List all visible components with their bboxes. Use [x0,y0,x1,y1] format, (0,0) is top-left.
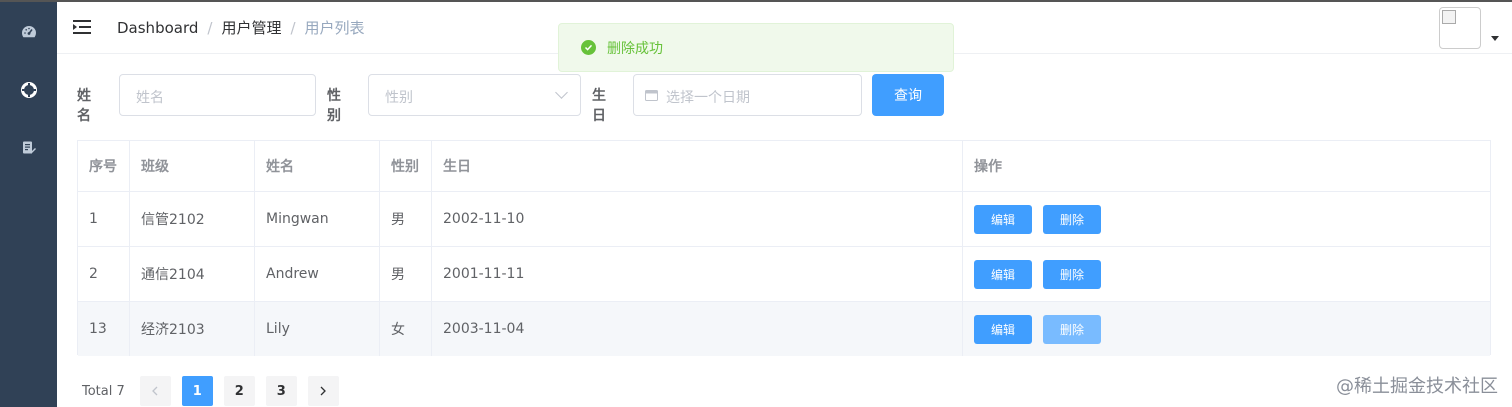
breadcrumb: Dashboard / 用户管理 / 用户列表 [117,17,365,38]
edit-button[interactable]: 编辑 [974,204,1032,234]
cell-actions: 编辑 删除 [963,192,1490,246]
breadcrumb-dashboard[interactable]: Dashboard [117,19,198,37]
breadcrumb-user-management[interactable]: 用户管理 [221,17,281,38]
table-row: 1 信管2102 Mingwan 男 2002-11-10 编辑 删除 [78,191,1490,246]
calendar-icon [645,90,658,101]
name-placeholder: 姓名 [136,90,164,106]
birthday-placeholder: 选择一个日期 [666,90,750,106]
life-ring-icon [20,82,37,98]
cell-name: Mingwan [255,192,380,246]
pagination-total: Total 7 [82,383,125,399]
header-id: 序号 [78,141,130,191]
breadcrumb-separator: / [290,18,296,37]
chevron-down-icon [555,86,568,99]
header-gender: 性别 [380,141,432,191]
success-message-toast: 删除成功 [558,23,954,72]
table-row: 13 经济2103 Lily 女 2003-11-04 编辑 删除 [78,301,1490,356]
avatar[interactable] [1439,7,1481,49]
delete-button[interactable]: 删除 [1043,204,1101,234]
prev-page-button[interactable] [139,376,171,406]
cell-gender: 男 [380,192,432,246]
cell-name: Lily [255,302,380,356]
header-actions: 操作 [974,159,1002,175]
caret-down-icon[interactable] [1491,36,1499,41]
watermark: @稀土掘金技术社区 [1336,376,1498,397]
cell-class: 信管2102 [130,192,255,246]
cell-class: 通信2104 [130,247,255,301]
cell-birthday: 2003-11-04 [432,302,963,356]
cell-id: 1 [78,192,130,246]
page-button-2[interactable]: 2 [223,376,255,406]
gender-placeholder: 性别 [385,90,413,106]
name-input[interactable]: 姓名 [119,74,316,116]
cell-actions: 编辑 删除 [963,247,1490,301]
next-page-button[interactable] [307,376,339,406]
cell-actions: 编辑 删除 [963,302,1490,356]
cell-id: 13 [78,302,130,356]
broken-image-icon [1442,10,1456,24]
cell-name: Andrew [255,247,380,301]
check-circle-icon [581,40,596,55]
sidebar-item-dashboard[interactable] [0,4,57,60]
sidebar-item-help[interactable] [0,62,57,118]
header-birthday: 生日 [432,141,963,191]
edit-button[interactable]: 编辑 [974,314,1032,344]
edit-button[interactable]: 编辑 [974,259,1032,289]
pagination: Total 7 1 2 3 [82,376,350,406]
hamburger-menu-icon[interactable] [73,18,91,36]
delete-button[interactable]: 删除 [1043,259,1101,289]
table-row: 2 通信2104 Andrew 男 2001-11-11 编辑 删除 [78,246,1490,301]
gender-label: 性别 [327,88,341,124]
page-button-3[interactable]: 3 [265,376,297,406]
birthday-date-picker[interactable]: 选择一个日期 [633,74,862,116]
gender-select[interactable]: 性别 [368,74,581,116]
page-button-1[interactable]: 1 [181,376,213,406]
chevron-right-icon [320,386,327,396]
document-edit-icon [22,141,36,154]
cell-class: 经济2103 [130,302,255,356]
cell-gender: 男 [380,247,432,301]
user-table: 序号 班级 姓名 性别 生日 操作 1 信管2102 Mingwan 男 200… [77,140,1491,356]
sidebar-item-documents[interactable] [0,120,57,176]
name-label: 姓名 [77,88,91,124]
header-name: 姓名 [255,141,380,191]
delete-button[interactable]: 删除 [1043,314,1101,344]
query-button[interactable]: 查询 [872,74,944,116]
cell-birthday: 2001-11-11 [432,247,963,301]
dashboard-icon [21,26,36,38]
cell-birthday: 2002-11-10 [432,192,963,246]
toast-message: 删除成功 [607,40,663,57]
breadcrumb-user-list: 用户列表 [304,19,365,37]
cell-id: 2 [78,247,130,301]
breadcrumb-separator: / [207,18,213,37]
birthday-label: 生日 [592,88,606,124]
cell-gender: 女 [380,302,432,356]
sidebar [0,2,57,407]
header-class: 班级 [130,141,255,191]
chevron-left-icon [152,386,158,396]
table-header: 序号 班级 姓名 性别 生日 操作 [78,141,1490,191]
